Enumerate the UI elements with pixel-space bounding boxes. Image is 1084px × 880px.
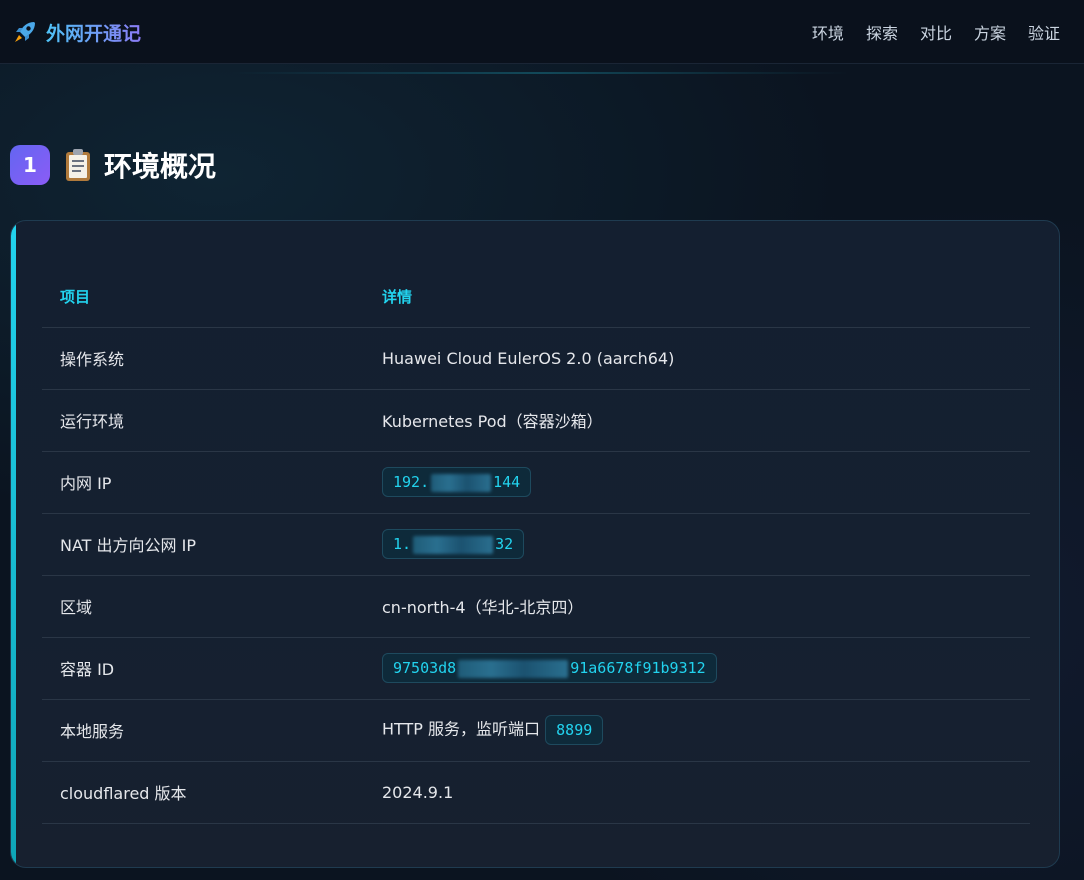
nav-divider-glow bbox=[230, 72, 850, 74]
id-prefix: 97503d8 bbox=[393, 659, 457, 677]
table-row: 运行环境 Kubernetes Pod（容器沙箱） bbox=[42, 389, 1030, 452]
nav-link-verify[interactable]: 验证 bbox=[1028, 20, 1060, 44]
id-suffix: 91a6678f91b9312 bbox=[570, 659, 706, 677]
ip-suffix: 144 bbox=[493, 473, 521, 491]
table-row: cloudflared 版本 2024.9.1 bbox=[42, 761, 1030, 824]
redacted-mask bbox=[431, 473, 492, 492]
table-header-row: 项目 详情 bbox=[42, 267, 1030, 328]
card-accent-bar bbox=[11, 221, 16, 867]
nav-link-environment[interactable]: 环境 bbox=[812, 20, 844, 44]
column-header-item: 项目 bbox=[42, 267, 364, 328]
nav-links: 环境 探索 对比 方案 验证 bbox=[812, 20, 1060, 44]
port-code: 8899 bbox=[545, 715, 604, 745]
table-row: 内网 IP 192. 144 bbox=[42, 451, 1030, 514]
brand[interactable]: 外网开通记 bbox=[12, 18, 141, 46]
ip-suffix: 32 bbox=[495, 535, 514, 553]
row-value: 1. 32 bbox=[364, 513, 1030, 576]
row-value: cn-north-4（华北-北京四） bbox=[364, 575, 1030, 638]
row-value: Kubernetes Pod（容器沙箱） bbox=[364, 389, 1030, 452]
row-value: HTTP 服务，监听端口 8899 bbox=[364, 699, 1030, 762]
redacted-mask bbox=[458, 659, 569, 678]
row-value: 2024.9.1 bbox=[364, 761, 1030, 824]
top-navbar: 外网开通记 环境 探索 对比 方案 验证 bbox=[0, 0, 1084, 64]
row-key: 操作系统 bbox=[42, 327, 364, 390]
row-value: 192. 144 bbox=[364, 451, 1030, 514]
redacted-mask bbox=[413, 535, 494, 554]
row-key: 区域 bbox=[42, 575, 364, 638]
row-key: cloudflared 版本 bbox=[42, 761, 364, 824]
table-row: 区域 cn-north-4（华北-北京四） bbox=[42, 575, 1030, 638]
nav-link-solution[interactable]: 方案 bbox=[974, 20, 1006, 44]
section-header: 1 环境概况 bbox=[10, 145, 216, 185]
container-id-code: 97503d8 91a6678f91b9312 bbox=[382, 653, 717, 683]
ip-prefix: 1. bbox=[393, 535, 412, 553]
row-key: 运行环境 bbox=[42, 389, 364, 452]
rocket-icon bbox=[15, 22, 35, 42]
table-row: 容器 ID 97503d8 91a6678f91b9312 bbox=[42, 637, 1030, 700]
row-key: NAT 出方向公网 IP bbox=[42, 513, 364, 576]
local-service-text: HTTP 服务，监听端口 bbox=[382, 719, 541, 739]
clipboard-icon bbox=[66, 149, 90, 181]
nav-link-explore[interactable]: 探索 bbox=[866, 20, 898, 44]
nav-link-compare[interactable]: 对比 bbox=[920, 20, 952, 44]
public-ip-code: 1. 32 bbox=[382, 529, 525, 559]
table-row: NAT 出方向公网 IP 1. 32 bbox=[42, 513, 1030, 576]
environment-card: 项目 详情 操作系统 Huawei Cloud EulerOS 2.0 (aar… bbox=[10, 220, 1060, 868]
environment-table: 项目 详情 操作系统 Huawei Cloud EulerOS 2.0 (aar… bbox=[42, 267, 1030, 824]
row-key: 本地服务 bbox=[42, 699, 364, 762]
table-row: 操作系统 Huawei Cloud EulerOS 2.0 (aarch64) bbox=[42, 327, 1030, 390]
row-key: 容器 ID bbox=[42, 637, 364, 700]
column-header-detail: 详情 bbox=[364, 267, 1030, 328]
section-number-badge: 1 bbox=[10, 145, 50, 185]
table-row: 本地服务 HTTP 服务，监听端口 8899 bbox=[42, 699, 1030, 762]
row-value: 97503d8 91a6678f91b9312 bbox=[364, 637, 1030, 700]
brand-title: 外网开通记 bbox=[46, 19, 141, 46]
ip-prefix: 192. bbox=[393, 473, 430, 491]
row-key: 内网 IP bbox=[42, 451, 364, 514]
section-title: 环境概况 bbox=[104, 150, 217, 183]
row-value: Huawei Cloud EulerOS 2.0 (aarch64) bbox=[364, 327, 1030, 390]
internal-ip-code: 192. 144 bbox=[382, 467, 532, 497]
